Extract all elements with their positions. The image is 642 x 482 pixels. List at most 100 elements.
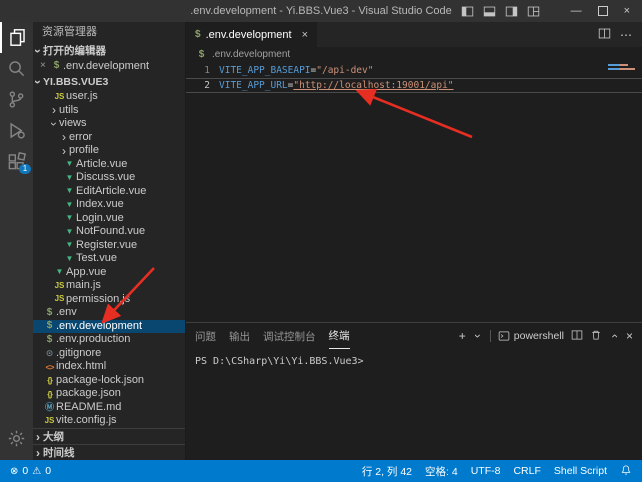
close-window-button[interactable]: ×	[624, 5, 630, 17]
cursor-position-status[interactable]: 行 2, 列 42	[362, 464, 412, 479]
file-item[interactable]: JSuser.js	[33, 90, 185, 104]
file-item[interactable]: JSpermission.js	[33, 293, 185, 307]
toggle-panel-icon[interactable]	[483, 5, 496, 18]
new-terminal-icon[interactable]: +	[459, 330, 466, 342]
file-label: .env.production	[56, 333, 130, 346]
file-item[interactable]: $.env.production	[33, 333, 185, 347]
panel-tab-output[interactable]: 输出	[229, 323, 250, 349]
file-label: EditArticle.vue	[76, 185, 146, 198]
minimap[interactable]	[608, 64, 640, 72]
minimize-button[interactable]: —	[571, 5, 582, 17]
panel-tab-problems[interactable]: 问题	[195, 323, 216, 349]
file-item[interactable]: $.env	[33, 306, 185, 320]
customize-layout-icon[interactable]	[527, 5, 540, 18]
extensions-icon[interactable]: 1	[0, 146, 33, 177]
env-file-icon: $	[43, 335, 56, 345]
search-icon[interactable]	[0, 53, 33, 84]
separator	[490, 330, 491, 342]
source-control-icon[interactable]	[0, 84, 33, 115]
file-item[interactable]: ▼Login.vue	[33, 212, 185, 226]
sidebar-title: 资源管理器	[33, 22, 185, 42]
language-mode-status[interactable]: Shell Script	[554, 465, 607, 477]
file-item[interactable]: ▼Test.vue	[33, 252, 185, 266]
chevron-down-icon[interactable]: ›	[49, 119, 59, 129]
panel-tab-terminal[interactable]: 终端	[329, 323, 350, 349]
settings-gear-icon[interactable]	[0, 423, 33, 454]
code-token: VITE_APP_BASEAPI	[219, 65, 311, 76]
maximize-button[interactable]	[598, 6, 608, 16]
file-item[interactable]: ▼Index.vue	[33, 198, 185, 212]
code-token: "/api-dev"	[316, 65, 373, 76]
folder-item[interactable]: ›profile	[33, 144, 185, 158]
file-item[interactable]: ▼App.vue	[33, 266, 185, 280]
code-token: "http://localhost:19001/api"	[293, 80, 453, 91]
file-item[interactable]: {}package-lock.json	[33, 374, 185, 388]
eol-status[interactable]: CRLF	[513, 465, 540, 477]
editor-tab[interactable]: $ .env.development ×	[186, 22, 317, 47]
sidebar-bottom-sections: ›大纲›时间线	[33, 428, 185, 460]
project-root-header[interactable]: › YI.BBS.VUE3	[33, 73, 185, 90]
run-debug-icon[interactable]	[0, 115, 33, 146]
folder-item[interactable]: ›utils	[33, 104, 185, 118]
terminal-dropdown-icon[interactable]: ›	[472, 331, 484, 341]
js-file-icon: JS	[53, 295, 66, 303]
more-actions-icon[interactable]: ⋯	[620, 28, 633, 42]
toggle-sidebar-icon[interactable]	[461, 5, 474, 18]
title-bar: .env.development - Yi.BBS.Vue3 - Visual …	[0, 0, 642, 22]
file-label: Article.vue	[76, 158, 127, 171]
js-file-icon: JS	[53, 93, 66, 101]
maximize-panel-icon[interactable]: ›	[608, 331, 620, 341]
close-panel-icon[interactable]: ×	[626, 330, 633, 342]
open-editor-item[interactable]: × $ .env.development	[33, 59, 185, 73]
split-editor-icon[interactable]	[598, 27, 611, 43]
file-item[interactable]: $.env.development	[33, 320, 185, 334]
problems-status[interactable]: ⊗ 0 ⚠ 0	[10, 465, 51, 477]
minimap-line	[608, 64, 628, 66]
chevron-right-icon[interactable]: ›	[59, 146, 69, 156]
folder-item[interactable]: ›views	[33, 117, 185, 131]
terminal-content[interactable]: PS D:\CSharp\Yi\Yi.BBS.Vue3>	[186, 349, 642, 460]
outline-section-header[interactable]: ›大纲	[33, 428, 185, 444]
file-item[interactable]: <>index.html	[33, 360, 185, 374]
js-file-icon: JS	[53, 282, 66, 290]
kill-terminal-icon[interactable]	[590, 329, 602, 344]
timeline-section-header[interactable]: ›时间线	[33, 444, 185, 460]
notifications-bell-icon[interactable]	[620, 464, 632, 479]
split-terminal-icon[interactable]	[571, 329, 583, 344]
breadcrumb[interactable]: $ .env.development	[186, 47, 642, 62]
chevron-right-icon[interactable]: ›	[59, 132, 69, 142]
close-tab-icon[interactable]: ×	[302, 29, 308, 41]
env-file-icon: $	[50, 61, 63, 71]
file-label: vite.config.js	[56, 414, 117, 427]
encoding-status[interactable]: UTF-8	[471, 465, 501, 477]
file-item[interactable]: {}package.json	[33, 387, 185, 401]
code-editor[interactable]: 1VITE_APP_BASEAPI="/api-dev"2VITE_APP_UR…	[186, 62, 642, 322]
file-item[interactable]: ▼EditArticle.vue	[33, 185, 185, 199]
file-label: Discuss.vue	[76, 171, 135, 184]
file-item[interactable]: ▼Article.vue	[33, 158, 185, 172]
folder-item[interactable]: ›error	[33, 131, 185, 145]
explorer-icon[interactable]	[0, 22, 33, 53]
file-label: error	[69, 131, 92, 144]
chevron-right-icon: ›	[33, 448, 43, 458]
activity-bar: 1	[0, 22, 33, 460]
chevron-right-icon[interactable]: ›	[49, 105, 59, 115]
file-item[interactable]: ▼Register.vue	[33, 239, 185, 253]
indentation-status[interactable]: 空格: 4	[425, 464, 458, 479]
open-editors-header[interactable]: › 打开的编辑器	[33, 42, 185, 59]
section-label: 时间线	[43, 445, 75, 460]
file-item[interactable]: ▼NotFound.vue	[33, 225, 185, 239]
file-label: .env	[56, 306, 77, 319]
close-icon[interactable]: ×	[40, 61, 50, 71]
file-item[interactable]: JSvite.config.js	[33, 414, 185, 428]
bottom-panel: 问题输出调试控制台终端 + › powershell › ×	[186, 322, 642, 460]
file-item[interactable]: ⊙.gitignore	[33, 347, 185, 361]
file-item[interactable]: ▼Discuss.vue	[33, 171, 185, 185]
panel-tab-debug-console[interactable]: 调试控制台	[263, 323, 316, 349]
file-item[interactable]: ⓂREADME.md	[33, 401, 185, 415]
file-tree: JSuser.js›utils›views›error›profile▼Arti…	[33, 90, 185, 428]
file-label: Test.vue	[76, 252, 117, 265]
toggle-secondary-sidebar-icon[interactable]	[505, 5, 518, 18]
file-item[interactable]: JSmain.js	[33, 279, 185, 293]
terminal-profile-item[interactable]: powershell	[498, 330, 564, 342]
